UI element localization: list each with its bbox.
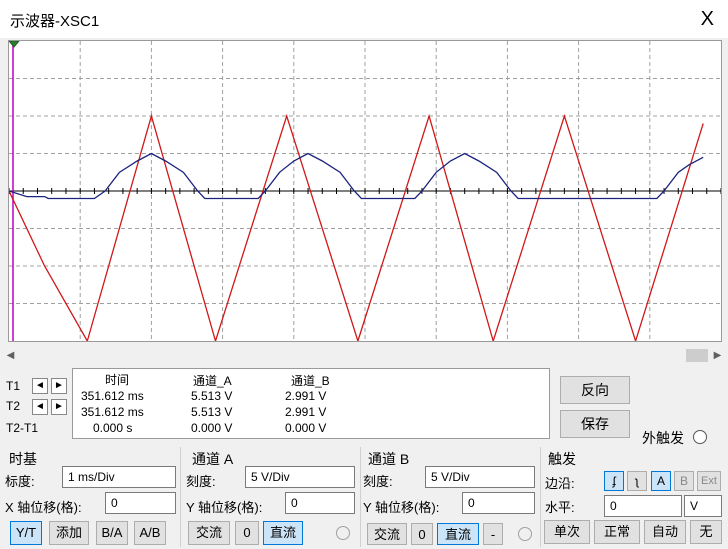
rising-edge-icon[interactable]: ʄ <box>604 471 624 491</box>
trigger-source-ext-button[interactable]: Ext <box>697 471 721 491</box>
t2-channel-a: 5.513 V <box>191 405 233 419</box>
trigger-level-label: 水平: <box>545 500 575 515</box>
x-position-label: X 轴位移(格): <box>5 500 82 515</box>
channel-b-scale-input[interactable]: 5 V/Div <box>425 466 535 488</box>
t1-channel-a: 5.513 V <box>191 389 233 403</box>
trigger-normal-button[interactable]: 正常 <box>594 520 640 544</box>
channel-b-ypos-input[interactable]: 0 <box>462 492 535 514</box>
channel-a-ypos-label: Y 轴位移(格): <box>186 500 263 515</box>
trigger-level-unit[interactable]: V <box>684 495 722 517</box>
t2t1-channel-b: 0.000 V <box>285 421 327 435</box>
waveform-plot <box>9 41 721 341</box>
header-channel-b: 通道_B <box>291 374 330 388</box>
channel-b-minus-button[interactable]: - <box>483 523 503 545</box>
x-position-input[interactable]: 0 <box>105 492 176 514</box>
divider <box>540 447 541 547</box>
divider <box>180 447 181 547</box>
ext-trigger-label: 外触发 <box>642 430 684 446</box>
timebase-title: 时基 <box>9 451 37 467</box>
header-time: 时间 <box>105 373 130 387</box>
trigger-source-b-button[interactable]: B <box>674 471 694 491</box>
t1-time: 351.612 ms <box>81 389 144 403</box>
timebase-scale-label: 标度: <box>5 474 35 489</box>
channel-a-title: 通道 A <box>192 451 234 467</box>
scroll-right-icon[interactable]: ▶ <box>709 347 726 364</box>
t2-label: T2 <box>6 399 21 413</box>
divider <box>360 447 361 547</box>
header-channel-a: 通道_A <box>193 374 232 388</box>
channel-b-title: 通道 B <box>368 451 410 467</box>
save-button[interactable]: 保存 <box>560 410 630 438</box>
t1-right-arrow-icon[interactable]: ► <box>51 378 67 394</box>
channel-b-zero-button[interactable]: 0 <box>411 523 433 545</box>
ba-mode-button[interactable]: B/A <box>96 521 128 545</box>
close-icon[interactable]: X <box>701 6 714 32</box>
channel-a-ac-button[interactable]: 交流 <box>188 521 230 545</box>
channel-b-radio[interactable] <box>518 527 532 541</box>
channel-a-radio[interactable] <box>336 526 350 540</box>
trigger-single-button[interactable]: 单次 <box>544 520 590 544</box>
add-mode-button[interactable]: 添加 <box>49 521 89 545</box>
cursor-controls: T1 ◄ ► T2 ◄ ► T2-T1 <box>2 370 70 440</box>
channel-b-dc-button[interactable]: 直流 <box>437 523 479 545</box>
waveform-channel-b <box>9 152 704 200</box>
oscilloscope-screen <box>8 40 722 342</box>
trigger-source-a-button[interactable]: A <box>651 471 671 491</box>
title-bar: 示波器-XSC1 X <box>0 0 728 38</box>
timebase-scale-input[interactable]: 1 ms/Div <box>62 466 176 488</box>
scroll-thumb[interactable] <box>686 349 708 362</box>
channel-a-scale-input[interactable]: 5 V/Div <box>245 466 355 488</box>
t1-label: T1 <box>6 379 21 393</box>
t1-channel-b: 2.991 V <box>285 389 327 403</box>
yt-mode-button[interactable]: Y/T <box>10 521 42 545</box>
trigger-edge-label: 边沿: <box>545 476 575 491</box>
ext-trigger-radio[interactable] <box>693 430 707 444</box>
measurement-readout: 时间 通道_A 通道_B 351.612 ms 5.513 V 2.991 V … <box>72 368 550 439</box>
t2-right-arrow-icon[interactable]: ► <box>51 399 67 415</box>
channel-a-dc-button[interactable]: 直流 <box>263 521 303 545</box>
channel-a-scale-label: 刻度: <box>186 474 216 489</box>
t2t1-label: T2-T1 <box>6 421 39 435</box>
t2t1-channel-a: 0.000 V <box>191 421 233 435</box>
t2-channel-b: 2.991 V <box>285 405 327 419</box>
trigger-level-input[interactable]: 0 <box>604 495 682 517</box>
horizontal-scrollbar[interactable]: ◀ ▶ <box>2 347 726 364</box>
channel-b-ac-button[interactable]: 交流 <box>367 523 407 545</box>
channel-a-ypos-input[interactable]: 0 <box>285 492 355 514</box>
window-title: 示波器-XSC1 <box>10 13 100 30</box>
t2-time: 351.612 ms <box>81 405 144 419</box>
trigger-title: 触发 <box>548 451 576 467</box>
falling-edge-icon[interactable]: ʅ <box>627 471 647 491</box>
channel-b-scale-label: 刻度: <box>363 474 393 489</box>
t2-left-arrow-icon[interactable]: ◄ <box>32 399 48 415</box>
channel-b-ypos-label: Y 轴位移(格): <box>363 500 440 515</box>
trigger-auto-button[interactable]: 自动 <box>644 520 686 544</box>
ab-mode-button[interactable]: A/B <box>134 521 166 545</box>
t1-left-arrow-icon[interactable]: ◄ <box>32 378 48 394</box>
t2t1-time: 0.000 s <box>93 421 133 435</box>
reverse-button[interactable]: 反向 <box>560 376 630 404</box>
scroll-left-icon[interactable]: ◀ <box>2 347 19 364</box>
trigger-none-button[interactable]: 无 <box>690 520 722 544</box>
channel-a-zero-button[interactable]: 0 <box>235 521 259 545</box>
cursor-marker-icon <box>9 41 20 48</box>
